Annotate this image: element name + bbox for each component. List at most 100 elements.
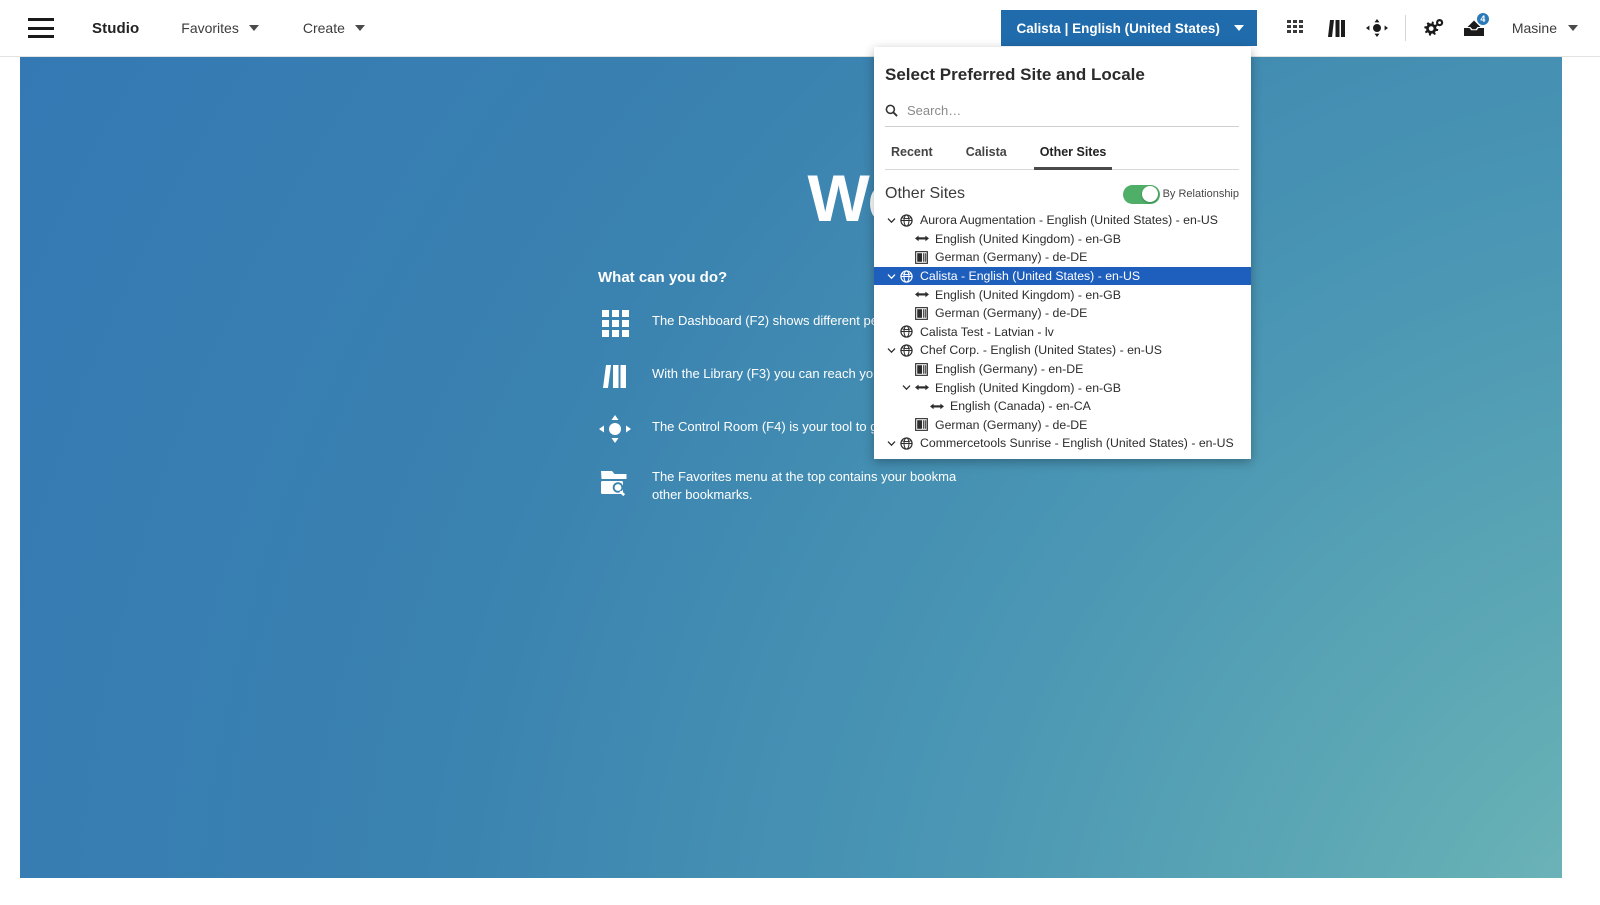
user-menu-label: Masine [1511, 20, 1557, 36]
topbar-icon-group: 4 [1277, 8, 1494, 48]
tree-item[interactable]: Aurora Augmentation - English (United St… [874, 211, 1251, 230]
nav-item-create-label: Create [302, 20, 345, 36]
chevron-down-icon [248, 25, 259, 31]
locale-arrows-icon [913, 381, 930, 395]
hamburger-line [28, 18, 54, 21]
by-relationship-label: By Relationship [1162, 188, 1239, 200]
tree-item[interactable]: Chef Corp. - English (United States) - e… [874, 341, 1251, 360]
chevron-down-icon [1233, 25, 1244, 31]
library-books-icon [598, 361, 632, 391]
user-menu[interactable]: Masine [1512, 20, 1578, 36]
tree-item[interactable]: Calista Test - Latvian - lv [874, 323, 1251, 342]
tree-item[interactable]: English (United Kingdom) - en-GB [874, 230, 1251, 249]
globe-site-icon [898, 269, 915, 283]
app-brand-studio[interactable]: Studio [92, 20, 139, 37]
welcome-stage: Welcome! What can you do? The Dashboard … [20, 57, 1562, 878]
inbox-notifications-icon[interactable]: 4 [1454, 8, 1494, 48]
tree-item[interactable]: German (Germany) - de-DE [874, 416, 1251, 435]
globe-site-icon [898, 436, 915, 450]
search-row [885, 101, 1239, 127]
locale-arrows-icon [928, 399, 945, 413]
feature-item-favorites: The Favorites menu at the top contains y… [590, 467, 1110, 503]
locale-arrows-icon [913, 232, 930, 246]
globe-site-icon [898, 213, 915, 227]
tree-item-label: German (Germany) - de-DE [935, 417, 1088, 432]
toggle-knob [1142, 186, 1159, 202]
by-relationship-toggle[interactable] [1122, 184, 1160, 204]
tab-other-sites[interactable]: Other Sites [1033, 141, 1113, 170]
site-locale-dropdown-panel: Select Preferred Site and Locale Recent … [874, 47, 1251, 459]
chevron-down-icon [354, 25, 365, 31]
feature-item-favorites-text: The Favorites menu at the top contains y… [652, 469, 957, 502]
gears-glyph [1424, 19, 1444, 36]
dashboard-grid-icon [598, 308, 632, 338]
tree-item-label: English (United Kingdom) - en-GB [935, 231, 1121, 246]
search-input[interactable] [907, 101, 1239, 120]
tree-item-label: English (United Kingdom) - en-GB [935, 287, 1121, 302]
nav-item-favorites-label: Favorites [181, 20, 239, 36]
tree-item-label: Calista - English (United States) - en-U… [920, 269, 1141, 284]
tree-item[interactable]: English (Germany) - en-DE [874, 360, 1251, 379]
tree-item[interactable]: English (United Kingdom) - en-GB [874, 378, 1251, 397]
tree-item-label: English (Germany) - en-DE [935, 362, 1084, 377]
hamburger-line [28, 26, 54, 30]
tree-item-label: English (Canada) - en-CA [950, 399, 1091, 414]
tab-recent[interactable]: Recent [885, 141, 939, 170]
control-room-glyph [599, 415, 631, 443]
tab-calista[interactable]: Calista [960, 141, 1013, 170]
favorites-folder-search-icon [598, 467, 632, 497]
tree-item[interactable]: German (Germany) - de-DE [874, 304, 1251, 323]
panel-tabs: Recent Calista Other Sites [885, 141, 1239, 170]
globe-site-icon [898, 325, 915, 339]
tree-item[interactable]: English (Canada) - en-CA [874, 397, 1251, 416]
site-locale-selector-label: Calista | English (United States) [1016, 20, 1220, 36]
tree-item-label: Aurora Augmentation - English (United St… [920, 213, 1219, 228]
gears-settings-icon[interactable] [1414, 8, 1454, 48]
chevron-down-icon[interactable] [885, 273, 898, 280]
search-icon [885, 104, 898, 117]
control-room-glyph [1365, 19, 1388, 37]
library-icon[interactable] [1317, 8, 1357, 48]
tree-item-label: German (Germany) - de-DE [935, 306, 1088, 321]
other-sites-section-header: Other Sites By Relationship [885, 181, 1239, 207]
locale-flag-icon [913, 306, 930, 320]
panel-title: Select Preferred Site and Locale [885, 65, 1145, 84]
control-room-icon [598, 414, 632, 444]
chevron-down-icon [1568, 25, 1578, 31]
apps-grid-glyph [1286, 20, 1303, 33]
tree-item-label: Chef Corp. - English (United States) - e… [920, 343, 1162, 358]
tree-item-label: English (United Kingdom) - en-GB [935, 380, 1121, 395]
control-room-icon[interactable] [1357, 8, 1397, 48]
globe-site-icon [898, 343, 915, 357]
tree-item-label: German (Germany) - de-DE [935, 250, 1088, 265]
tree-item[interactable]: English (United Kingdom) - en-GB [874, 285, 1251, 304]
locale-flag-icon [913, 250, 930, 264]
nav-item-favorites[interactable]: Favorites [181, 20, 259, 36]
library-books-glyph [1327, 20, 1345, 37]
tree-item[interactable]: German (Germany) - de-DE [874, 248, 1251, 267]
main-nav: Favorites Create [181, 20, 409, 36]
chevron-down-icon[interactable] [885, 440, 898, 447]
locale-flag-icon [913, 362, 930, 376]
tree-item[interactable]: Calista - English (United States) - en-U… [874, 266, 1251, 286]
apps-grid-icon[interactable] [1277, 8, 1317, 48]
folder-search-glyph [601, 470, 627, 496]
chevron-down-icon[interactable] [885, 217, 898, 224]
site-locale-selector-button[interactable]: Calista | English (United States) [1000, 10, 1257, 46]
tree-item-label: Commercetools Sunrise - English (United … [920, 436, 1234, 451]
chevron-down-icon[interactable] [900, 384, 913, 391]
library-books-glyph [602, 365, 626, 388]
top-navigation-bar: Studio Favorites Create Calista | Englis… [0, 0, 1600, 57]
section-title: Other Sites [885, 185, 966, 202]
chevron-down-icon[interactable] [885, 347, 898, 354]
tree-item[interactable]: Commercetools Sunrise - English (United … [874, 434, 1251, 453]
nav-item-create[interactable]: Create [303, 20, 365, 36]
hamburger-menu-icon[interactable] [28, 18, 54, 38]
site-locale-tree: Aurora Augmentation - English (United St… [874, 211, 1251, 453]
dashboard-grid-glyph [601, 309, 629, 337]
locale-arrows-icon [913, 288, 930, 302]
studio-app: Studio Favorites Create Calista | Englis… [0, 0, 1600, 905]
topbar-divider [1404, 15, 1406, 41]
tree-item-label: Calista Test - Latvian - lv [920, 324, 1054, 339]
notification-badge: 4 [1475, 12, 1490, 26]
